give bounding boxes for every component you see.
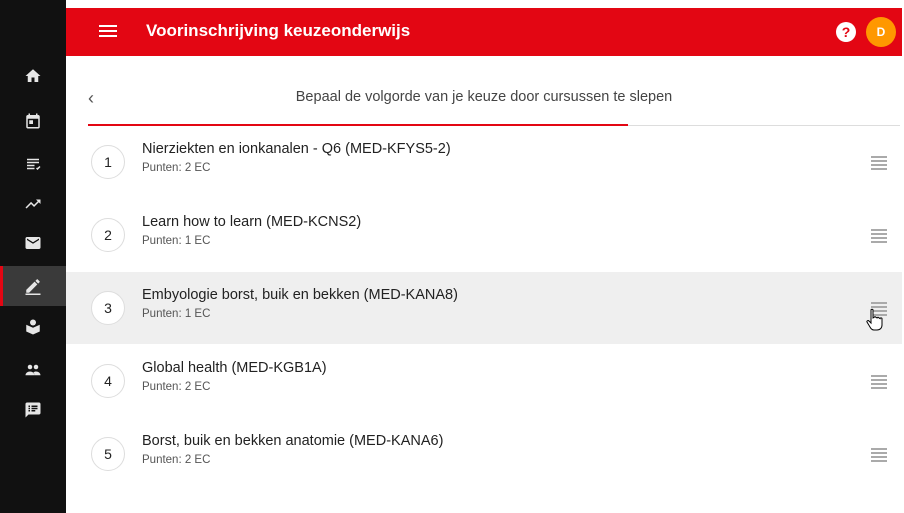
edit-icon[interactable] — [23, 276, 43, 296]
course-title: Embyologie borst, buik en bekken (MED-KA… — [142, 287, 458, 303]
course-points: Punten: 2 EC — [142, 162, 211, 174]
course-order-badge: 2 — [91, 218, 125, 252]
course-points: Punten: 1 EC — [142, 235, 211, 247]
course-row-5[interactable]: 5 Borst, buik en bekken anatomie (MED-KA… — [66, 418, 902, 490]
sidebar-active-indicator — [0, 266, 3, 306]
course-points: Punten: 1 EC — [142, 308, 211, 320]
list-check-icon[interactable] — [23, 154, 43, 174]
course-title: Borst, buik en bekken anatomie (MED-KANA… — [142, 433, 444, 449]
course-order-badge: 5 — [91, 437, 125, 471]
student-icon[interactable] — [23, 317, 43, 337]
page-title: Voorinschrijving keuzeonderwijs — [146, 21, 411, 40]
feedback-icon[interactable] — [23, 400, 43, 420]
group-icon[interactable] — [23, 360, 43, 380]
instruction-text: Bepaal de volgorde van je keuze door cur… — [295, 89, 673, 105]
drag-handle-icon[interactable] — [871, 156, 887, 170]
course-row-4[interactable]: 4 Global health (MED-KGB1A) Punten: 2 EC — [66, 345, 902, 417]
course-title: Learn how to learn (MED-KCNS2) — [142, 214, 362, 230]
hamburger-menu-icon[interactable] — [99, 22, 119, 42]
home-icon[interactable] — [23, 66, 43, 86]
drag-handle-icon[interactable] — [871, 448, 887, 462]
course-order-badge: 3 — [91, 291, 125, 325]
course-order-badge: 1 — [91, 145, 125, 179]
course-row-1[interactable]: 1 Nierziekten en ionkanalen - Q6 (MED-KF… — [66, 126, 902, 198]
course-order-badge: 4 — [91, 364, 125, 398]
drag-handle-icon[interactable] — [871, 229, 887, 243]
sidebar — [0, 0, 66, 513]
mail-icon[interactable] — [23, 233, 43, 253]
course-points: Punten: 2 EC — [142, 381, 211, 393]
calendar-icon[interactable] — [23, 111, 43, 131]
course-row-2[interactable]: 2 Learn how to learn (MED-KCNS2) Punten:… — [66, 199, 902, 271]
course-title: Nierziekten en ionkanalen - Q6 (MED-KFYS… — [142, 141, 451, 157]
course-title: Global health (MED-KGB1A) — [142, 360, 327, 376]
drag-handle-icon[interactable] — [871, 375, 887, 389]
course-row-3[interactable]: 3 Embyologie borst, buik en bekken (MED-… — [66, 272, 902, 344]
app-header: Voorinschrijving keuzeonderwijs ? D — [66, 8, 902, 56]
avatar[interactable]: D — [866, 17, 896, 47]
help-icon[interactable]: ? — [836, 22, 856, 42]
course-points: Punten: 2 EC — [142, 454, 211, 466]
hand-cursor-icon — [866, 308, 883, 331]
app-window: Voorinschrijving keuzeonderwijs ? D ‹ Be… — [0, 0, 904, 513]
trending-up-icon[interactable] — [23, 194, 43, 214]
